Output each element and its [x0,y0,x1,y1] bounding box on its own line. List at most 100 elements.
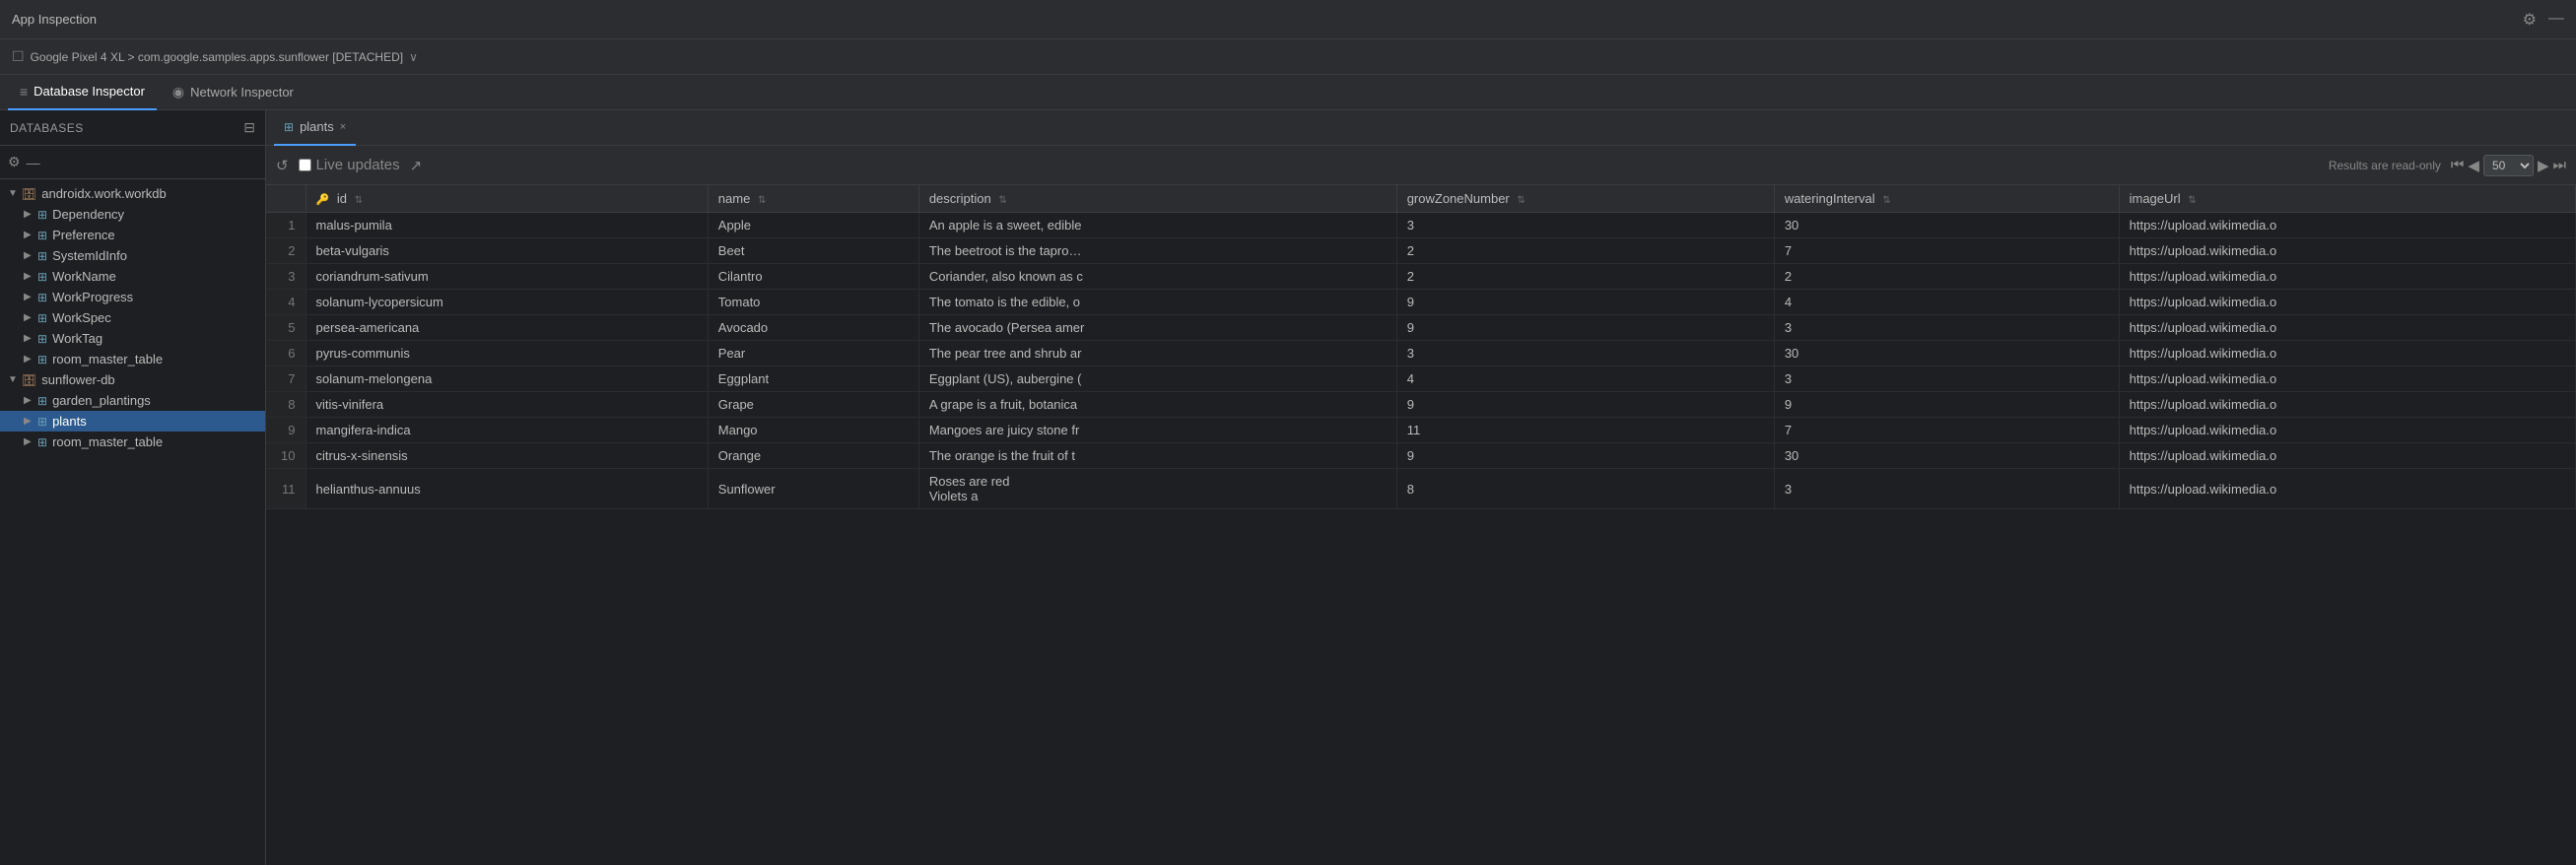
prev-page-icon[interactable]: ◀ [2468,157,2479,174]
tree-item-systemidinfo[interactable]: ▶ ⊞ SystemIdInfo [0,245,265,266]
table-row[interactable]: 7 solanum-melongena Eggplant Eggplant (U… [266,366,2576,392]
cell-id: solanum-lycopersicum [305,290,708,315]
cell-id: solanum-melongena [305,366,708,392]
cell-id: pyrus-communis [305,341,708,366]
cell-rownum: 7 [266,366,305,392]
tree-label: garden_plantings [52,393,151,408]
app-title: App Inspection [12,12,97,27]
table-icon: ⊞ [37,249,47,263]
tree-arrow: ▶ [24,209,37,220]
table-row[interactable]: 4 solanum-lycopersicum Tomato The tomato… [266,290,2576,315]
table-row[interactable]: 8 vitis-vinifera Grape A grape is a frui… [266,392,2576,418]
cell-description: Roses are redViolets a [918,469,1396,509]
table-row[interactable]: 11 helianthus-annuus Sunflower Roses are… [266,469,2576,509]
sort-icon-water: ⇅ [1882,195,1890,206]
tree-item-androidx-work-workdb[interactable]: ▼ 🗄 androidx.work.workdb [0,183,265,204]
cell-image-url: https://upload.wikimedia.o [2119,418,2575,443]
cell-rownum: 9 [266,418,305,443]
tab-network-inspector[interactable]: ◉ Network Inspector [161,75,305,110]
table-row[interactable]: 5 persea-americana Avocado The avocado (… [266,315,2576,341]
device-chevron-icon[interactable]: ∨ [409,50,418,64]
table-row[interactable]: 6 pyrus-communis Pear The pear tree and … [266,341,2576,366]
title-bar: App Inspection ⚙ — [0,0,2576,39]
tree-label: room_master_table [52,434,163,449]
tree-item-worktag[interactable]: ▶ ⊞ WorkTag [0,328,265,349]
next-page-icon[interactable]: ▶ [2538,157,2549,174]
cell-grow-zone: 3 [1396,213,1774,238]
cell-name: Apple [708,213,918,238]
col-name[interactable]: name ⇅ [708,185,918,213]
remove-sidebar-icon[interactable]: — [27,155,40,170]
col-image-url[interactable]: imageUrl ⇅ [2119,185,2575,213]
tree-item-plants[interactable]: ▶ ⊞ plants [0,411,265,432]
tree-label: SystemIdInfo [52,248,127,263]
tree-item-sunflower-db[interactable]: ▼ 🗄 sunflower-db [0,369,265,390]
table-icon: ⊞ [37,353,47,366]
sort-icon-desc: ⇅ [998,195,1006,206]
table-row[interactable]: 3 coriandrum-sativum Cilantro Coriander,… [266,264,2576,290]
tree-item-workspec[interactable]: ▶ ⊞ WorkSpec [0,307,265,328]
tree-label: WorkProgress [52,290,133,304]
table-row[interactable]: 9 mangifera-indica Mango Mangoes are jui… [266,418,2576,443]
cell-description: A grape is a fruit, botanica [918,392,1396,418]
table-tab-icon: ⊞ [284,120,294,134]
device-icon: ☐ [12,48,25,65]
cell-image-url: https://upload.wikimedia.o [2119,366,2575,392]
db-inspector-icon: ≡ [20,84,28,100]
tree-item-dependency[interactable]: ▶ ⊞ Dependency [0,204,265,225]
cell-grow-zone: 4 [1396,366,1774,392]
pagination: ⏮ ◀ 50 100 500 ▶ ⏭ [2451,155,2566,176]
tree-item-preference[interactable]: ▶ ⊞ Preference [0,225,265,245]
cell-rownum: 2 [266,238,305,264]
cell-watering: 30 [1774,341,2119,366]
refresh-query-icon[interactable]: ↺ [276,157,289,174]
page-size-select[interactable]: 50 100 500 [2483,155,2534,176]
cell-name: Pear [708,341,918,366]
table-container: 🔑 id ⇅ name ⇅ description ⇅ [266,185,2576,865]
close-tab-icon[interactable]: × [340,121,346,133]
device-bar: ☐ Google Pixel 4 XL > com.google.samples… [0,39,2576,75]
first-page-icon[interactable]: ⏮ [2451,157,2465,173]
tree-arrow: ▶ [24,292,37,302]
cell-image-url: https://upload.wikimedia.o [2119,290,2575,315]
cell-grow-zone: 2 [1396,264,1774,290]
sort-icon-id: ⇅ [355,195,363,206]
cell-grow-zone: 3 [1396,341,1774,366]
tree-label: androidx.work.workdb [41,186,166,201]
export-query-icon[interactable]: ↗ [410,157,423,174]
db-inspector-label: Database Inspector [34,84,145,99]
cell-name: Avocado [708,315,918,341]
table-row[interactable]: 1 malus-pumila Apple An apple is a sweet… [266,213,2576,238]
cell-description: Coriander, also known as c [918,264,1396,290]
settings-icon[interactable]: ⚙ [2523,10,2537,30]
col-watering[interactable]: wateringInterval ⇅ [1774,185,2119,213]
cell-rownum: 6 [266,341,305,366]
col-description[interactable]: description ⇅ [918,185,1396,213]
tree-item-garden-plantings[interactable]: ▶ ⊞ garden_plantings [0,390,265,411]
minimize-icon[interactable]: — [2548,10,2564,30]
cell-grow-zone: 9 [1396,392,1774,418]
tree-arrow: ▶ [24,271,37,282]
tree-item-workprogress[interactable]: ▶ ⊞ WorkProgress [0,287,265,307]
table-row[interactable]: 2 beta-vulgaris Beet The beetroot is the… [266,238,2576,264]
tree-arrow: ▶ [24,436,37,447]
filter-icon[interactable]: ⊟ [243,119,255,136]
tree-label: Preference [52,228,115,242]
tree-item-room-master-table[interactable]: ▶ ⊞ room_master_table [0,349,265,369]
cell-id: coriandrum-sativum [305,264,708,290]
live-updates-checkbox[interactable] [299,159,311,171]
title-bar-controls: ⚙ — [2523,10,2564,30]
table-body: 1 malus-pumila Apple An apple is a sweet… [266,213,2576,509]
table-row[interactable]: 10 citrus-x-sinensis Orange The orange i… [266,443,2576,469]
tab-database-inspector[interactable]: ≡ Database Inspector [8,75,157,110]
col-grow-zone[interactable]: growZoneNumber ⇅ [1396,185,1774,213]
last-page-icon[interactable]: ⏭ [2552,157,2566,173]
cell-rownum: 5 [266,315,305,341]
tree-item-workname[interactable]: ▶ ⊞ WorkName [0,266,265,287]
tree-item-room-master-table[interactable]: ▶ ⊞ room_master_table [0,432,265,452]
query-tab-plants[interactable]: ⊞ plants × [274,110,356,146]
col-id[interactable]: 🔑 id ⇅ [305,185,708,213]
settings-sidebar-icon[interactable]: ⚙ [8,154,21,170]
results-readonly-label: Results are read-only [2329,159,2441,172]
tree-label: WorkTag [52,331,102,346]
